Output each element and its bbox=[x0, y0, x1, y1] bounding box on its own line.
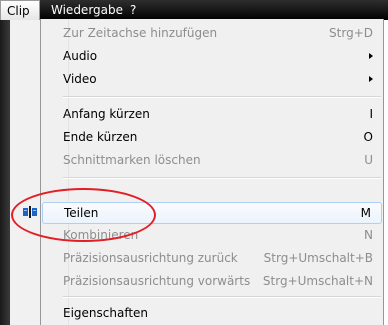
menu-item-eigenschaften[interactable]: Eigenschaften bbox=[41, 302, 383, 324]
menu-item-shortcut: Strg+D bbox=[329, 26, 373, 40]
menu-item-label: Schnittmarken löschen bbox=[63, 153, 201, 167]
clip-menu-dropdown: Zur Zeitachse hinzufügen Strg+D Audio Vi… bbox=[40, 19, 384, 325]
menu-separator bbox=[63, 96, 381, 98]
menu-item-label: Teilen bbox=[64, 206, 99, 220]
menu-clip-label: Clip bbox=[7, 4, 30, 18]
menu-item-ende-kuerzen[interactable]: Ende kürzen O bbox=[41, 126, 383, 148]
menu-item-video[interactable]: Video bbox=[41, 68, 383, 90]
menu-item-label: Präzisionsausrichtung vorwärts bbox=[63, 274, 251, 288]
submenu-arrow-icon bbox=[369, 53, 373, 59]
menu-item-praezisionsausrichtung-vorwaerts[interactable]: Präzisionsausrichtung vorwärts Strg+Umsc… bbox=[41, 270, 383, 292]
menu-item-label: Audio bbox=[63, 49, 98, 63]
menu-item-audio[interactable]: Audio bbox=[41, 45, 383, 67]
menu-item-label: Video bbox=[63, 72, 97, 86]
menu-separator bbox=[63, 296, 381, 298]
menu-item-shortcut: O bbox=[363, 130, 373, 144]
menu-item-label: Präzisionsausrichtung zurück bbox=[63, 251, 238, 265]
menu-item-shortcut: M bbox=[360, 206, 371, 220]
menu-item-shortcut: U bbox=[364, 153, 373, 167]
menu-help[interactable]: ? bbox=[124, 0, 142, 20]
menu-item-shortcut: Strg+Umschalt+N bbox=[262, 274, 373, 288]
menu-item-teilen[interactable]: Teilen M bbox=[42, 202, 382, 224]
split-clip-icon bbox=[23, 206, 37, 218]
menu-help-label: ? bbox=[130, 3, 137, 17]
menu-item-anfang-kuerzen[interactable]: Anfang kürzen I bbox=[41, 103, 383, 125]
menu-separator bbox=[63, 177, 381, 179]
submenu-arrow-icon bbox=[369, 76, 373, 82]
menu-item-kombinieren[interactable]: Kombinieren N bbox=[41, 224, 383, 246]
menu-wiedergabe-label: Wiedergabe bbox=[51, 3, 124, 17]
menu-item-shortcut: I bbox=[369, 107, 373, 121]
menu-item-label: Anfang kürzen bbox=[63, 107, 150, 121]
menu-item-label: Zur Zeitachse hinzufügen bbox=[63, 26, 218, 40]
menu-item-label: Ende kürzen bbox=[63, 130, 138, 144]
menu-item-label: Kombinieren bbox=[63, 228, 139, 242]
menu-item-zur-zeitachse-hinzufuegen[interactable]: Zur Zeitachse hinzufügen Strg+D bbox=[41, 22, 383, 44]
menu-wiedergabe[interactable]: Wiedergabe bbox=[45, 0, 129, 20]
menu-item-schnittmarken-loeschen[interactable]: Schnittmarken löschen U bbox=[41, 149, 383, 171]
menu-bar: Clip Wiedergabe ? bbox=[0, 0, 388, 20]
background-dark-edge bbox=[0, 20, 10, 325]
menu-item-shortcut: N bbox=[364, 228, 373, 242]
menu-item-shortcut: Strg+Umschalt+B bbox=[263, 251, 373, 265]
background-window bbox=[0, 20, 42, 325]
menu-item-label: Eigenschaften bbox=[63, 306, 149, 320]
menu-item-praezisionsausrichtung-zurueck[interactable]: Präzisionsausrichtung zurück Strg+Umscha… bbox=[41, 247, 383, 269]
menu-clip[interactable]: Clip bbox=[0, 0, 40, 20]
